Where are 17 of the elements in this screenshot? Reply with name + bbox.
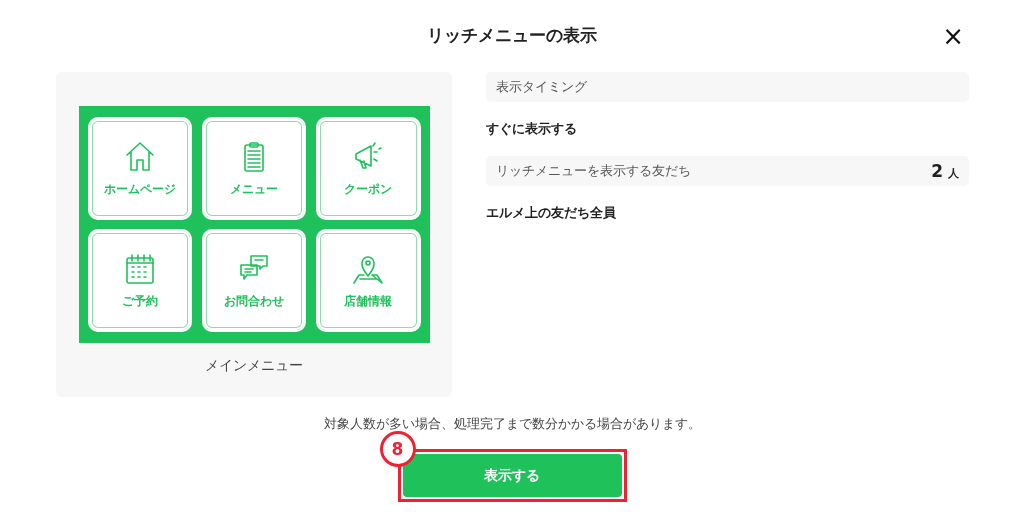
friends-value: エルメ上の友だち全員 — [486, 204, 617, 222]
tile-label: ご予約 — [121, 294, 158, 309]
tile-label: ホームページ — [103, 182, 176, 197]
timing-label: 表示タイミング — [486, 72, 969, 102]
close-button[interactable]: × — [940, 22, 966, 50]
tile-label: お問合わせ — [224, 294, 284, 309]
tile-label: 店舗情報 — [344, 294, 393, 309]
friends-unit: 人 — [948, 166, 959, 181]
tile-label: クーポン — [344, 182, 393, 197]
notice-text: 対象人数が多い場合、処理完了まで数分かかる場合があります。 — [323, 415, 701, 433]
step-badge: 8 — [379, 431, 416, 467]
menu-caption: メインメニュー — [205, 357, 303, 375]
friends-count: 2 — [931, 161, 943, 181]
dialog-title: リッチメニューの表示 — [427, 23, 597, 47]
timing-value: すぐに表示する — [486, 120, 578, 138]
tile-label: メニュー — [230, 182, 278, 197]
friends-label: リッチメニューを表示する友だち — [496, 162, 691, 180]
